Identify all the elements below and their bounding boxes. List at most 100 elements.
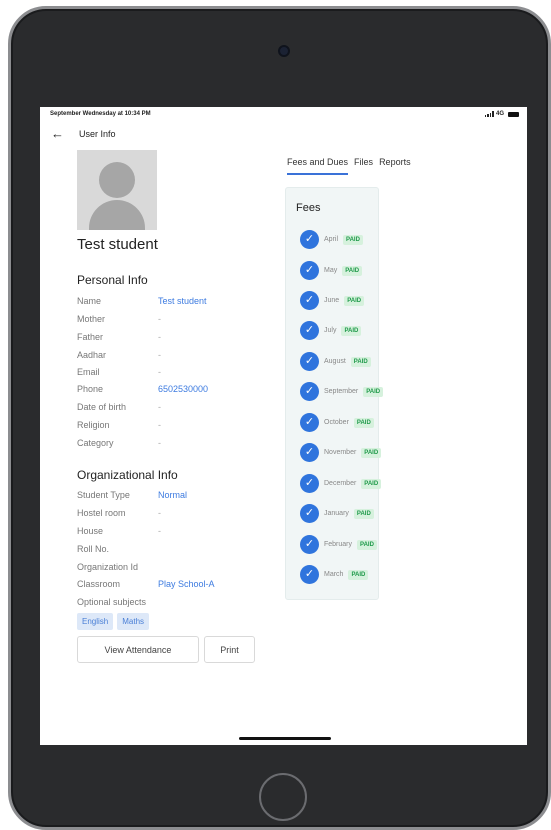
info-label: Organization Id bbox=[77, 562, 139, 572]
check-icon: ✓ bbox=[300, 565, 319, 584]
status-bar: September Wednesday at 10:34 PM 4G bbox=[40, 107, 527, 121]
paid-badge: PAID bbox=[350, 356, 371, 367]
check-icon: ✓ bbox=[300, 504, 319, 523]
optional-subjects: English Maths bbox=[77, 613, 150, 630]
info-label: Hostel room bbox=[77, 508, 126, 518]
info-value: Normal bbox=[158, 490, 188, 500]
personal-info-heading: Personal Info bbox=[77, 273, 148, 287]
fee-month: May bbox=[324, 267, 338, 274]
info-label: Optional subjects bbox=[77, 597, 147, 607]
info-label: Roll No. bbox=[77, 544, 110, 554]
tab-bar: Fees and Dues Files Reports bbox=[287, 157, 411, 175]
info-value: - bbox=[158, 402, 161, 412]
fee-item: ✓ October PAID bbox=[300, 413, 374, 432]
fee-item: ✓ September PAID bbox=[300, 382, 384, 401]
battery-icon bbox=[508, 111, 519, 117]
paid-badge: PAID bbox=[353, 417, 374, 428]
fee-item: ✓ February PAID bbox=[300, 535, 377, 554]
fee-month: August bbox=[324, 358, 346, 365]
paid-badge: PAID bbox=[353, 508, 374, 519]
network-type: 4G bbox=[495, 111, 504, 117]
fee-month: November bbox=[324, 449, 357, 456]
front-camera bbox=[278, 45, 290, 57]
info-label: Student Type bbox=[77, 490, 130, 500]
paid-badge: PAID bbox=[363, 386, 384, 397]
info-label: Aadhar bbox=[77, 350, 107, 360]
check-icon: ✓ bbox=[300, 382, 319, 401]
app-screen: September Wednesday at 10:34 PM 4G ← Use… bbox=[40, 107, 527, 745]
check-icon: ✓ bbox=[300, 443, 319, 462]
check-icon: ✓ bbox=[300, 352, 319, 371]
avatar bbox=[77, 150, 157, 230]
fee-item: ✓ April PAID bbox=[300, 230, 363, 249]
info-label: Email bbox=[77, 367, 100, 377]
fee-item: ✓ January PAID bbox=[300, 504, 374, 523]
paid-badge: PAID bbox=[344, 295, 365, 306]
info-label: House bbox=[77, 526, 104, 536]
paid-badge: PAID bbox=[361, 447, 382, 458]
paid-badge: PAID bbox=[341, 325, 362, 336]
info-label: Mother bbox=[77, 314, 106, 324]
check-icon: ✓ bbox=[300, 535, 319, 554]
fee-item: ✓ July PAID bbox=[300, 321, 362, 340]
fee-item: ✓ May PAID bbox=[300, 261, 363, 280]
info-label: Name bbox=[77, 296, 102, 306]
fee-month: September bbox=[324, 388, 359, 395]
fee-item: ✓ December PAID bbox=[300, 474, 382, 493]
tab-fees-and-dues[interactable]: Fees and Dues bbox=[287, 157, 349, 175]
organizational-info-heading: Organizational Info bbox=[77, 468, 178, 482]
check-icon: ✓ bbox=[300, 291, 319, 310]
fee-item: ✓ March PAID bbox=[300, 565, 369, 584]
student-name: Test student bbox=[77, 236, 158, 253]
info-label: Phone bbox=[77, 384, 104, 394]
info-value: - bbox=[158, 367, 161, 377]
fee-month: March bbox=[324, 571, 344, 578]
fee-month: June bbox=[324, 297, 340, 304]
fee-month: July bbox=[324, 327, 337, 334]
check-icon: ✓ bbox=[300, 261, 319, 280]
info-label: Date of birth bbox=[77, 402, 127, 412]
subject-chip: Maths bbox=[117, 613, 150, 630]
fee-month: December bbox=[324, 480, 357, 487]
fee-month: October bbox=[324, 419, 349, 426]
avatar-body-icon bbox=[89, 200, 145, 230]
info-value: - bbox=[158, 350, 161, 360]
status-time: September Wednesday at 10:34 PM bbox=[50, 111, 151, 117]
info-label: Category bbox=[77, 438, 114, 448]
tab-files[interactable]: Files bbox=[354, 157, 373, 175]
check-icon: ✓ bbox=[300, 321, 319, 340]
print-button[interactable]: Print bbox=[204, 636, 255, 663]
home-button[interactable] bbox=[259, 773, 307, 821]
fee-item: ✓ August PAID bbox=[300, 352, 371, 371]
info-value: - bbox=[158, 332, 161, 342]
fee-month: February bbox=[324, 541, 353, 548]
info-label: Religion bbox=[77, 420, 110, 430]
fee-item: ✓ June PAID bbox=[300, 291, 365, 310]
fee-month: January bbox=[324, 510, 349, 517]
info-value: - bbox=[158, 314, 161, 324]
page-title: User Info bbox=[79, 129, 116, 139]
info-label: Classroom bbox=[77, 579, 121, 589]
info-value: - bbox=[158, 438, 161, 448]
fee-month: April bbox=[324, 236, 339, 243]
back-arrow-icon[interactable]: ← bbox=[51, 127, 65, 141]
home-indicator[interactable] bbox=[239, 737, 331, 740]
subject-chip: English bbox=[77, 613, 114, 630]
view-attendance-button[interactable]: View Attendance bbox=[77, 636, 199, 663]
paid-badge: PAID bbox=[357, 539, 377, 550]
paid-badge: PAID bbox=[343, 234, 363, 245]
status-indicators: 4G bbox=[484, 111, 519, 117]
paid-badge: PAID bbox=[361, 478, 382, 489]
info-value: Play School-A bbox=[158, 579, 215, 589]
fees-card: Fees ✓ April PAID ✓ May PAID ✓ June PAID… bbox=[285, 187, 384, 600]
signal-icon bbox=[484, 111, 494, 117]
tab-reports[interactable]: Reports bbox=[379, 157, 411, 175]
info-value: - bbox=[158, 420, 161, 430]
fees-heading: Fees bbox=[296, 202, 321, 214]
info-label: Father bbox=[77, 332, 104, 342]
paid-badge: PAID bbox=[348, 569, 369, 580]
phone-link[interactable]: 6502530000 bbox=[158, 384, 208, 394]
info-value: - bbox=[158, 508, 161, 518]
avatar-head-icon bbox=[99, 162, 135, 198]
check-icon: ✓ bbox=[300, 413, 319, 432]
